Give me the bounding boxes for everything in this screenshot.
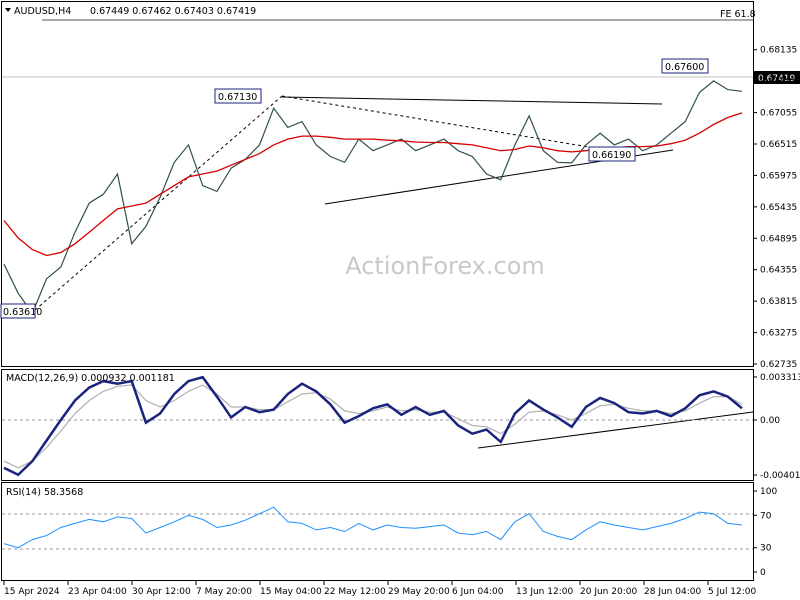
x-tick-label: 29 May 20:00 [388,587,450,597]
price-tick-label: 0.64895 [760,234,797,244]
macd-title: MACD(12,26,9) 0.000932 0.001181 [6,373,175,384]
x-tick-label: 23 Apr 04:00 [68,587,127,597]
rsi-title: RSI(14) 58.3568 [6,487,83,498]
x-tick-label: 15 Apr 2024 [4,587,60,597]
price-tick-label: 0.63815 [760,297,797,307]
macd-tick-label: 0.003313 [760,373,800,383]
ohlc-label: 0.67449 0.67462 0.67403 0.67419 [90,6,256,17]
price-tick-label: 0.68135 [760,46,797,56]
rsi-tick-label: 30 [760,544,772,554]
symbol-label: AUDUSD,H4 [14,6,71,17]
annotation-label: 0.66190 [592,150,631,161]
x-tick-label: 20 Jun 20:00 [580,587,637,597]
annotation-label: 0.63610 [3,307,42,318]
x-tick-label: 5 Jul 12:00 [708,587,757,597]
macd-tick-label: -0.004016 [760,471,800,481]
price-tick-label: 0.64355 [760,266,797,276]
annotation-label: 0.67130 [218,92,257,103]
x-tick-label: 28 Jun 04:00 [644,587,701,597]
price-tick-label: 0.63275 [760,329,797,339]
price-tick-label: 0.65975 [760,171,797,181]
price-tick-label: 0.67595 [760,77,797,87]
rsi-tick-label: 0 [760,568,766,578]
price-tick-label: 0.65435 [760,203,797,213]
x-tick-label: 6 Jun 04:00 [452,587,504,597]
macd-tick-label: 0.00 [760,416,780,426]
price-tick-label: 0.67055 [760,109,797,119]
x-tick-label: 30 Apr 12:00 [132,587,191,597]
x-tick-label: 15 May 04:00 [260,587,322,597]
rsi-tick-label: 100 [760,487,777,497]
annotation-label: 0.67600 [665,62,704,73]
x-tick-label: 13 Jun 12:00 [516,587,573,597]
fib-label: FE 61.8 [720,9,756,20]
price-tick-label: 0.66515 [760,140,797,150]
rsi-tick-label: 70 [760,511,772,521]
watermark: ActionForex.com [345,252,545,280]
x-tick-label: 22 May 12:00 [324,587,386,597]
chart-canvas: AUDUSD,H4 0.67449 0.67462 0.67403 0.6741… [0,0,800,600]
price-tick-label: 0.62735 [760,360,797,370]
x-tick-label: 7 May 20:00 [196,587,252,597]
